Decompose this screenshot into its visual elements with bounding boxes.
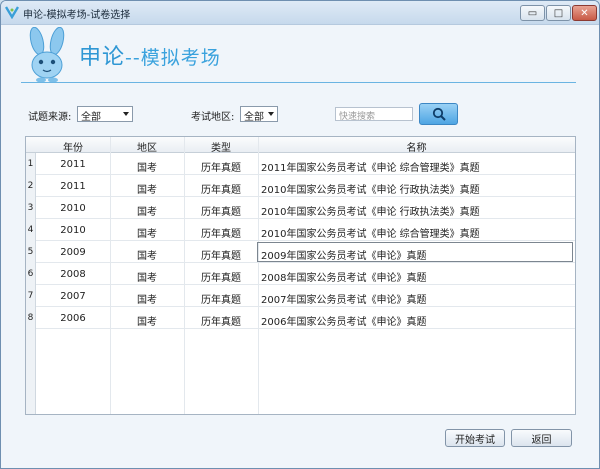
cell-name: 2011年国家公务员考试《申论 综合管理类》真题	[261, 163, 480, 174]
cell-type: 历年真题	[201, 317, 241, 328]
search-button[interactable]	[419, 103, 458, 125]
row-number: 3	[26, 197, 36, 219]
row-number: 8	[26, 307, 36, 329]
row-number: 1	[26, 153, 36, 175]
window-title: 申论-模拟考场-试卷选择	[23, 10, 131, 21]
cell-year: 2007	[60, 291, 86, 302]
source-select-value: 全部	[81, 112, 101, 123]
cell-name: 2008年国家公务员考试《申论》真题	[261, 273, 427, 284]
cell-year: 2006	[60, 313, 86, 324]
search-icon	[432, 107, 446, 121]
main-window: 申论-模拟考场-试卷选择 ▭ □ ✕ 申论--模拟考场 试题来源: 全部 考试地…	[0, 0, 600, 469]
cell-name: 2010年国家公务员考试《申论 行政执法类》真题	[261, 207, 480, 218]
cell-year: 2010	[60, 225, 86, 236]
start-exam-button[interactable]: 开始考试	[445, 429, 505, 447]
source-label: 试题来源:	[28, 112, 72, 123]
exam-table: 年份 地区 类型 名称 1 2011 国考 历年真题 2011年国家公务员考试《申论 综…	[25, 136, 576, 415]
app-subtitle: --模拟考场	[125, 47, 221, 69]
cell-year: 2011	[60, 159, 86, 170]
table-row[interactable]: 4 2010 国考 历年真题 2010年国家公务员考试《申论 综合管理类》真题	[26, 219, 575, 241]
cell-region: 国考	[137, 207, 157, 218]
back-label: 返回	[531, 434, 552, 446]
row-number: 4	[26, 219, 36, 241]
cell-year: 2008	[60, 269, 86, 280]
cell-type: 历年真题	[201, 295, 241, 306]
cell-type: 历年真题	[201, 229, 241, 240]
back-button[interactable]: 返回	[511, 429, 572, 447]
title-bar[interactable]: 申论-模拟考场-试卷选择 ▭ □ ✕	[1, 1, 599, 25]
close-icon: ✕	[580, 7, 589, 19]
rabbit-logo-icon	[29, 27, 65, 83]
table-row[interactable]: 5 2009 国考 历年真题 2009年国家公务员考试《申论》真题	[26, 241, 575, 263]
search-input[interactable]: 快速搜索	[335, 107, 413, 122]
table-row[interactable]: 3 2010 国考 历年真题 2010年国家公务员考试《申论 行政执法类》真题	[26, 197, 575, 219]
cell-region: 国考	[137, 251, 157, 262]
cell-region: 国考	[137, 295, 157, 306]
cell-name: 2009年国家公务员考试《申论》真题	[261, 251, 427, 262]
cell-region: 国考	[137, 185, 157, 196]
column-header-region[interactable]: 地区	[110, 139, 184, 154]
cell-region: 国考	[137, 229, 157, 240]
table-header: 年份 地区 类型 名称	[26, 137, 575, 154]
row-number: 6	[26, 263, 36, 285]
column-header-type[interactable]: 类型	[184, 139, 258, 154]
cell-name: 2010年国家公务员考试《申论 综合管理类》真题	[261, 229, 480, 240]
table-row[interactable]: 2 2011 国考 历年真题 2010年国家公务员考试《申论 行政执法类》真题	[26, 175, 575, 197]
row-number: 5	[26, 241, 36, 263]
maximize-icon: □	[553, 7, 564, 19]
search-placeholder: 快速搜索	[339, 112, 376, 122]
cell-year: 2010	[60, 203, 86, 214]
app-name: 申论	[79, 45, 126, 70]
source-select[interactable]: 全部	[77, 106, 133, 123]
minimize-button[interactable]: ▭	[520, 5, 545, 21]
chevron-down-icon	[123, 112, 129, 116]
table-row[interactable]: 7 2007 国考 历年真题 2007年国家公务员考试《申论》真题	[26, 285, 575, 307]
table-row[interactable]: 8 2006 国考 历年真题 2006年国家公务员考试《申论》真题	[26, 307, 575, 329]
cell-year: 2011	[60, 181, 86, 192]
app-title: 申论--模拟考场	[79, 39, 221, 71]
row-number: 2	[26, 175, 36, 197]
start-exam-label: 开始考试	[455, 434, 495, 446]
cell-region: 国考	[137, 273, 157, 284]
cell-type: 历年真题	[201, 185, 241, 196]
cell-year: 2009	[60, 247, 86, 258]
column-header-name[interactable]: 名称	[258, 139, 575, 154]
minimize-icon: ▭	[527, 7, 538, 19]
cell-type: 历年真题	[201, 163, 241, 174]
row-number: 7	[26, 285, 36, 307]
region-select[interactable]: 全部	[240, 106, 278, 123]
cell-name: 2007年国家公务员考试《申论》真题	[261, 295, 427, 306]
cell-region: 国考	[137, 317, 157, 328]
region-select-value: 全部	[244, 112, 264, 123]
region-label: 考试地区:	[191, 112, 235, 123]
cell-name: 2006年国家公务员考试《申论》真题	[261, 317, 427, 328]
cell-type: 历年真题	[201, 251, 241, 262]
table-row[interactable]: 6 2008 国考 历年真题 2008年国家公务员考试《申论》真题	[26, 263, 575, 285]
header-divider	[21, 82, 576, 83]
app-logo-icon	[5, 6, 19, 19]
app-header: 申论--模拟考场	[1, 25, 599, 85]
maximize-button[interactable]: □	[546, 5, 571, 21]
close-button[interactable]: ✕	[572, 5, 597, 21]
table-row[interactable]: 1 2011 国考 历年真题 2011年国家公务员考试《申论 综合管理类》真题	[26, 153, 575, 175]
cell-region: 国考	[137, 163, 157, 174]
column-header-year[interactable]: 年份	[36, 139, 110, 154]
cell-name: 2010年国家公务员考试《申论 行政执法类》真题	[261, 185, 480, 196]
chevron-down-icon	[268, 112, 274, 116]
cell-type: 历年真题	[201, 207, 241, 218]
cell-type: 历年真题	[201, 273, 241, 284]
